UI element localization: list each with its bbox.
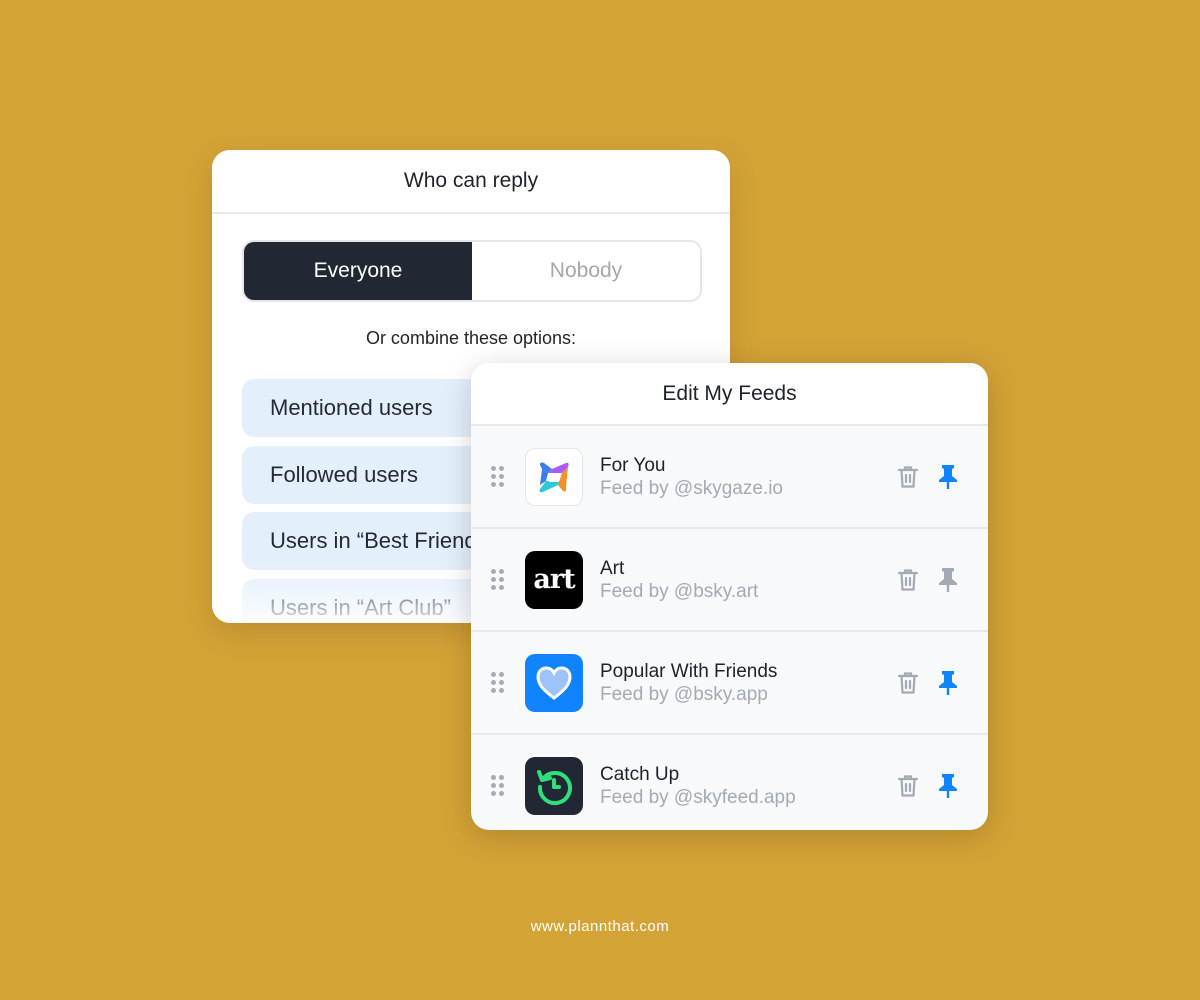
drag-handle-icon[interactable] bbox=[491, 672, 505, 693]
pin-icon[interactable] bbox=[933, 771, 963, 801]
drag-handle-icon[interactable] bbox=[491, 569, 505, 590]
trash-icon[interactable] bbox=[893, 565, 923, 595]
dialog-title: Edit My Feeds bbox=[471, 363, 988, 426]
pin-icon[interactable] bbox=[933, 462, 963, 492]
footer-url: www.plannthat.com bbox=[530, 918, 670, 935]
pin-icon[interactable] bbox=[933, 668, 963, 698]
feed-author: Feed by @skyfeed.app bbox=[600, 786, 796, 808]
art-logo: art bbox=[525, 550, 583, 609]
feed-row-art: art Art Feed by @bsky.art bbox=[471, 529, 988, 632]
clock-history-icon bbox=[525, 756, 583, 815]
edit-my-feeds-dialog: Edit My Feeds For You Feed by @skygaze.i… bbox=[471, 363, 988, 830]
trash-icon[interactable] bbox=[893, 462, 923, 492]
drag-handle-icon[interactable] bbox=[491, 466, 505, 487]
feed-row-popular-with-friends: Popular With Friends Feed by @bsky.app bbox=[471, 632, 988, 735]
feed-name: For You bbox=[600, 454, 666, 476]
segment-nobody[interactable]: Nobody bbox=[472, 242, 700, 300]
heart-icon bbox=[525, 653, 583, 712]
segment-everyone[interactable]: Everyone bbox=[244, 242, 472, 300]
feed-row-catch-up: Catch Up Feed by @skyfeed.app bbox=[471, 735, 988, 830]
trash-icon[interactable] bbox=[893, 771, 923, 801]
trash-icon[interactable] bbox=[893, 668, 923, 698]
dialog-title: Who can reply bbox=[212, 150, 730, 214]
feed-name: Popular With Friends bbox=[600, 660, 778, 682]
feed-name: Art bbox=[600, 557, 625, 579]
feed-name: Catch Up bbox=[600, 763, 680, 785]
feed-author: Feed by @bsky.app bbox=[600, 683, 768, 705]
drag-handle-icon[interactable] bbox=[491, 775, 505, 796]
combine-label: Or combine these options: bbox=[365, 328, 577, 348]
feed-author: Feed by @skygaze.io bbox=[600, 477, 783, 499]
reply-segmented-control: Everyone Nobody bbox=[242, 240, 702, 302]
pin-icon[interactable] bbox=[933, 565, 963, 595]
for-you-logo bbox=[525, 447, 583, 506]
feed-row-for-you: For You Feed by @skygaze.io bbox=[471, 426, 988, 529]
feed-author: Feed by @bsky.art bbox=[600, 580, 759, 602]
